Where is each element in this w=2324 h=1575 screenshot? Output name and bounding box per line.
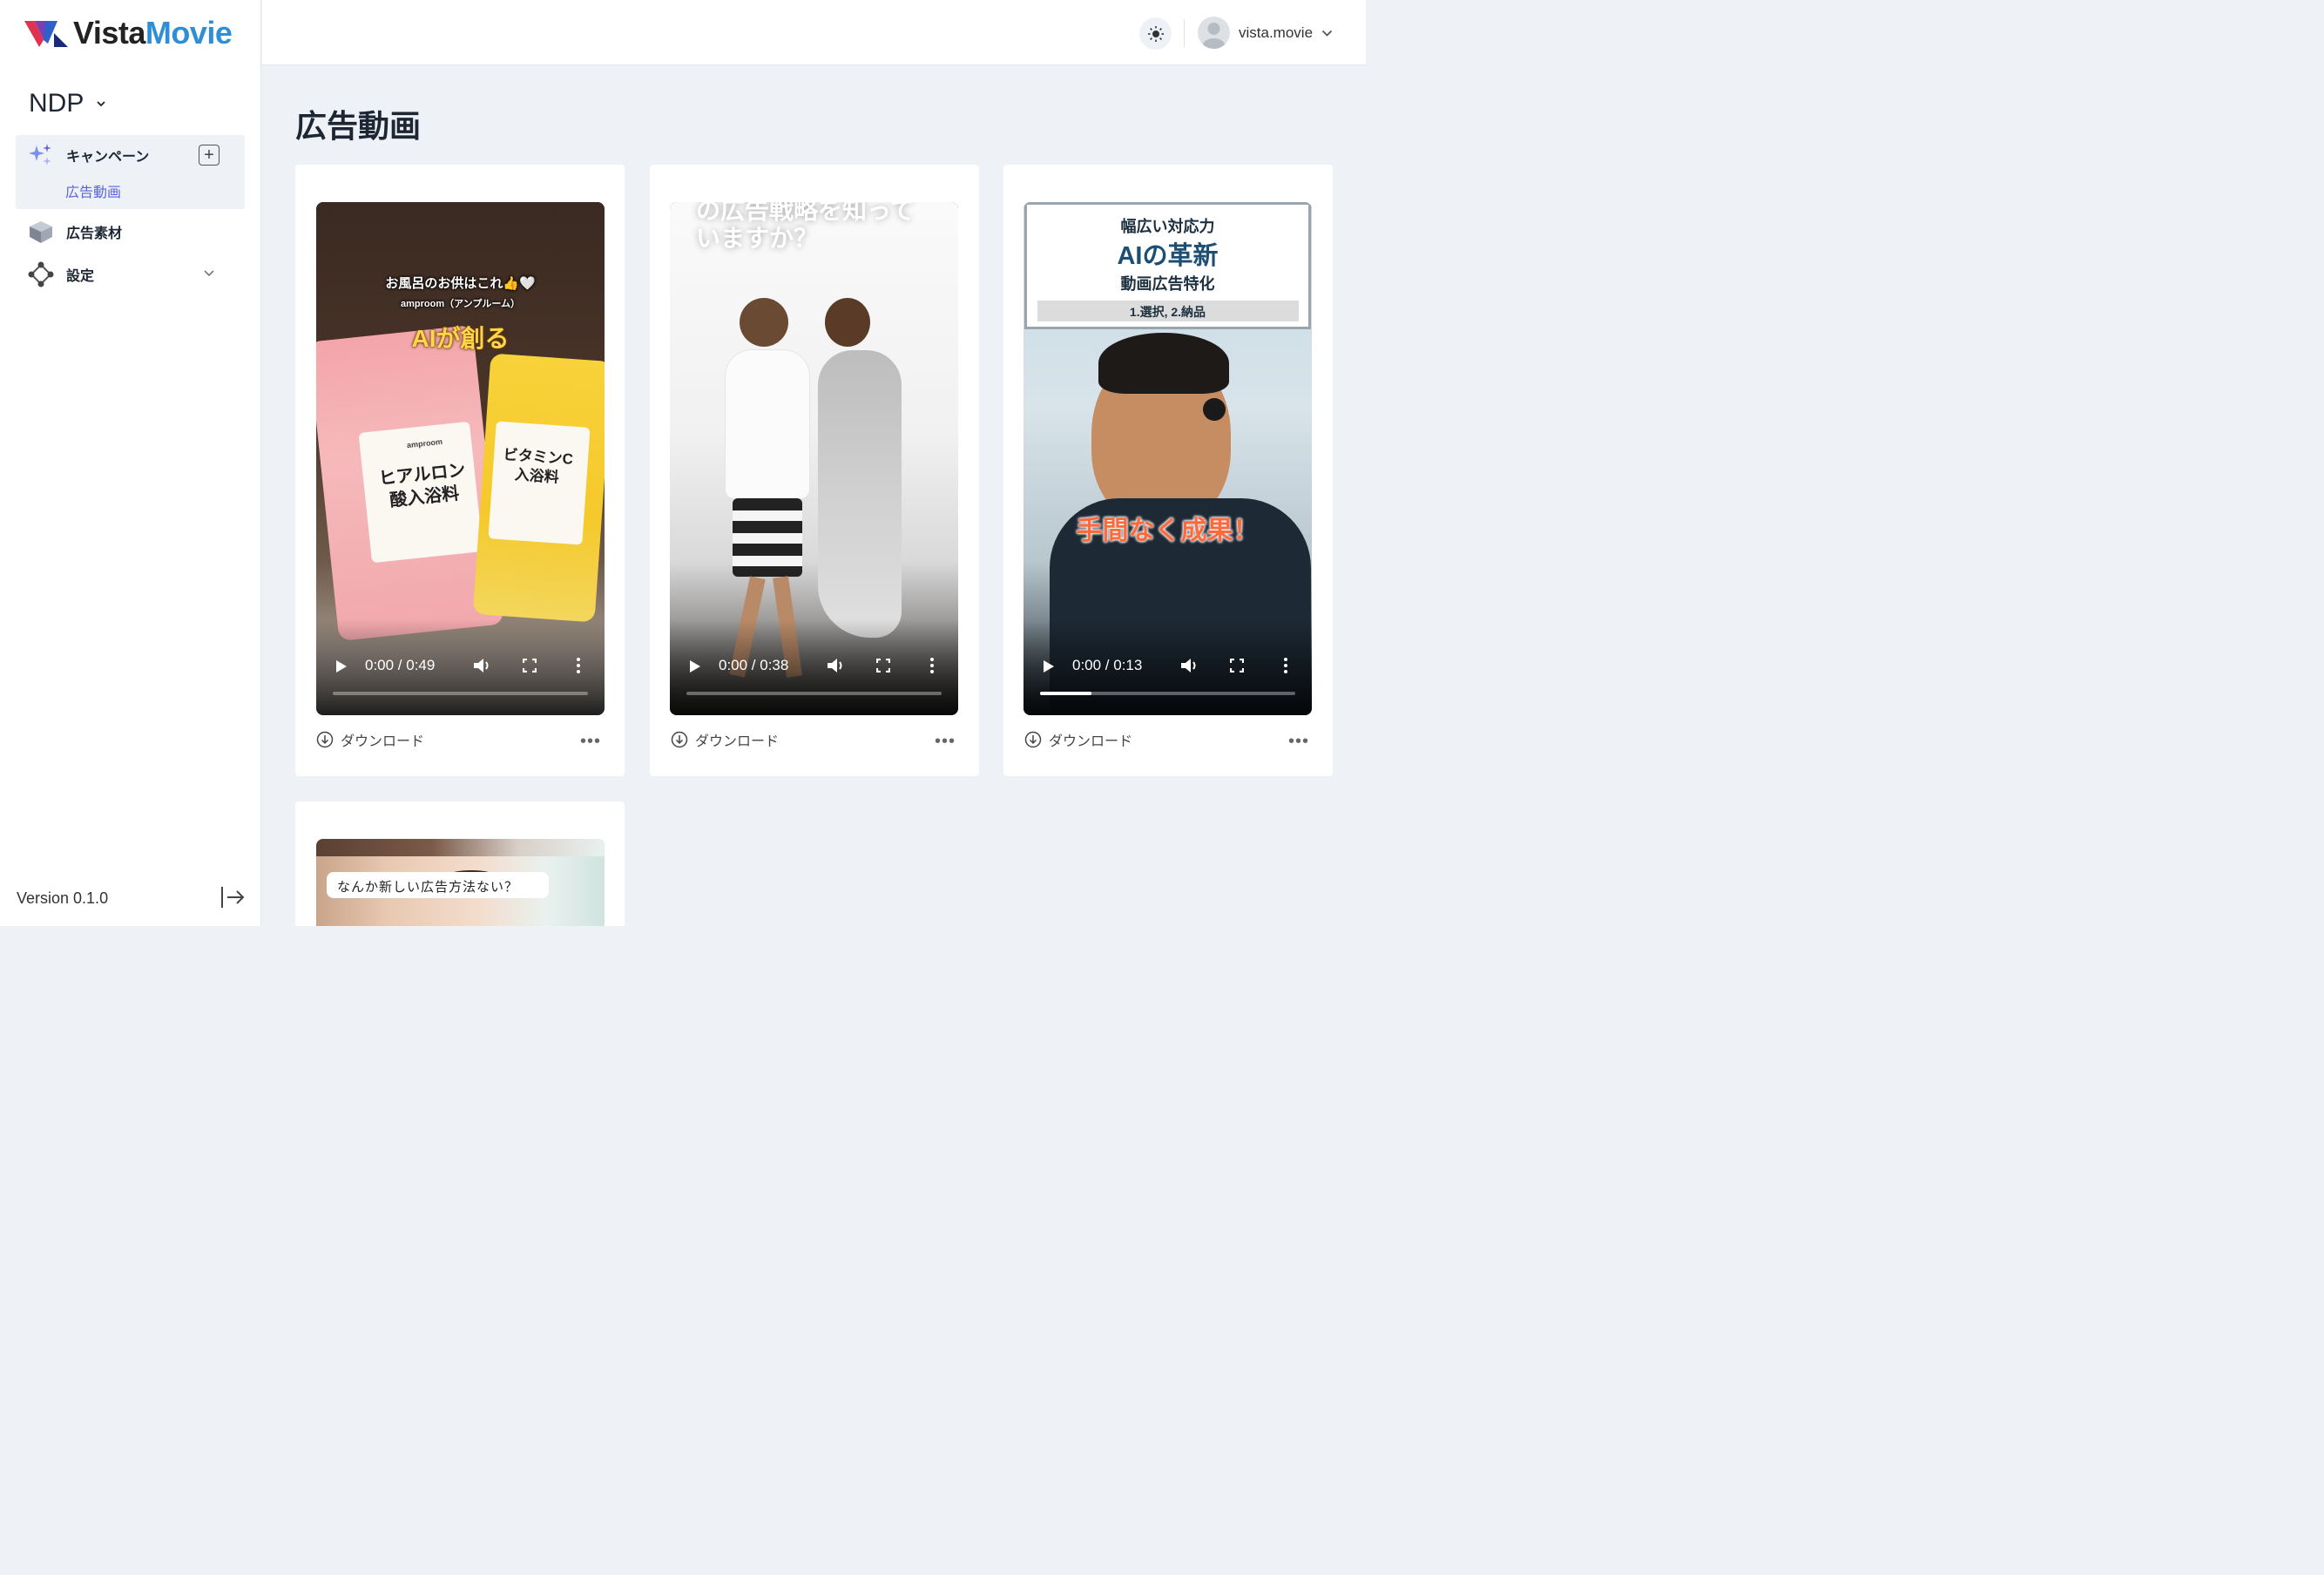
overlay-text: amproom（アンプルーム） (400, 299, 521, 309)
download-button[interactable]: ダウンロード (1024, 729, 1132, 750)
overlay-text: なんか新しい広告方法ない？ (337, 880, 519, 895)
video-controls: 0:00 / 0:49 (316, 656, 605, 677)
download-button[interactable]: ダウンロード (316, 729, 424, 750)
overlay-text: 手間なく成果！ (1076, 517, 1260, 545)
sidebar: VistaMovie NDP キャンペーン + 広告動画 広告素材 設定 Ver… (0, 0, 261, 926)
download-label: ダウンロード (1049, 734, 1133, 749)
sidebar-subitem-ad-videos[interactable]: 広告動画 (65, 180, 121, 201)
user-icon (1202, 23, 1226, 49)
chevron-down-icon[interactable] (204, 269, 214, 278)
volume-icon[interactable] (473, 657, 492, 674)
nodes-icon (28, 261, 54, 287)
more-options-icon[interactable]: ••• (935, 732, 956, 752)
more-vertical-icon[interactable] (1283, 657, 1288, 674)
app-logo[interactable]: VistaMovie (24, 15, 233, 51)
play-icon[interactable] (689, 659, 701, 673)
more-vertical-icon[interactable] (929, 657, 935, 674)
video-player[interactable]: の広告戦略を知って いますか？ 0:00 / 0:38 (670, 202, 958, 715)
more-options-icon[interactable]: ••• (580, 732, 601, 752)
sun-icon (1147, 25, 1164, 42)
app-version: Version 0.1.0 (17, 889, 109, 907)
download-icon (316, 731, 334, 748)
overlay-text: いますか？ (696, 225, 819, 252)
chevron-down-icon (97, 101, 105, 107)
cube-icon (28, 219, 54, 245)
sidebar-item-campaign[interactable]: キャンペーン (28, 142, 149, 168)
overlay-text: AIが創る (411, 325, 510, 352)
video-time: 0:00 / 0:38 (719, 657, 789, 673)
volume-icon[interactable] (827, 657, 846, 674)
chevron-down-icon[interactable] (1321, 30, 1333, 37)
sidebar-item-label: 設定 (66, 269, 95, 284)
video-time: 0:00 / 0:13 (1072, 657, 1143, 673)
video-frame: なんか新しい広告方法ない？ (316, 839, 605, 926)
video-time: 0:00 / 0:49 (365, 657, 436, 673)
fullscreen-icon[interactable] (523, 659, 537, 673)
sidebar-item-label: キャンペーン (66, 150, 150, 165)
download-button[interactable]: ダウンロード (671, 729, 779, 750)
video-player[interactable]: 幅広い対応力 AIの革新 動画広告特化 1.選択, 2.納品 手間なく成果！ 0… (1024, 202, 1312, 715)
play-icon[interactable] (335, 659, 348, 673)
video-player[interactable]: ヒアルロン酸入浴料 ビタミンC入浴料 amproom お風呂のお供はこれ👍🤍 a… (316, 202, 605, 715)
video-progress[interactable] (333, 692, 588, 695)
video-progress[interactable] (686, 692, 942, 695)
collapse-sidebar-icon[interactable] (220, 885, 246, 909)
overlay-text: お風呂のお供はこれ👍🤍 (385, 276, 536, 291)
page-title: 広告動画 (295, 108, 422, 144)
overlay-text: ビタミンC入浴料 (503, 446, 574, 486)
video-card: なんか新しい広告方法ない？ (295, 801, 625, 926)
video-controls: 0:00 / 0:13 (1024, 656, 1312, 677)
video-card: 幅広い対応力 AIの革新 動画広告特化 1.選択, 2.納品 手間なく成果！ 0… (1003, 165, 1333, 776)
video-progress[interactable] (1040, 692, 1295, 695)
download-label: ダウンロード (695, 734, 780, 749)
logo-mark-icon (24, 21, 68, 47)
username[interactable]: vista.movie (1239, 24, 1313, 42)
sparkles-icon (28, 142, 54, 168)
logo-movie: Movie (145, 15, 233, 51)
more-vertical-icon[interactable] (576, 657, 581, 674)
download-icon (671, 731, 688, 748)
fullscreen-icon[interactable] (1230, 659, 1244, 673)
sidebar-item-settings[interactable]: 設定 (28, 261, 94, 287)
avatar[interactable] (1198, 17, 1230, 49)
plus-icon: + (204, 145, 214, 165)
overlay-text: 動画広告特化 (1120, 275, 1215, 293)
sidebar-item-label: 広告素材 (66, 226, 123, 241)
more-options-icon[interactable]: ••• (1288, 732, 1309, 752)
fullscreen-icon[interactable] (876, 659, 890, 673)
org-switcher[interactable]: NDP (29, 89, 106, 118)
overlay-text: 1.選択, 2.納品 (1129, 305, 1206, 319)
org-name: NDP (29, 89, 84, 118)
logo-vista: Vista (73, 15, 145, 51)
video-controls: 0:00 / 0:38 (670, 656, 958, 677)
overlay-text: 幅広い対応力 (1120, 218, 1215, 235)
download-icon (1024, 731, 1042, 748)
video-player[interactable]: なんか新しい広告方法ない？ (316, 839, 605, 926)
play-icon[interactable] (1043, 659, 1055, 673)
header-divider (1184, 19, 1185, 47)
download-label: ダウンロード (341, 734, 425, 749)
theme-toggle-button[interactable] (1139, 17, 1172, 50)
overlay-text: AIの革新 (1117, 242, 1219, 270)
sidebar-item-materials[interactable]: 広告素材 (28, 219, 122, 245)
volume-icon[interactable] (1180, 657, 1199, 674)
video-card: ヒアルロン酸入浴料 ビタミンC入浴料 amproom お風呂のお供はこれ👍🤍 a… (295, 165, 625, 776)
video-card: の広告戦略を知って いますか？ 0:00 / 0:38 ダウンロード ••• (650, 165, 979, 776)
add-campaign-button[interactable]: + (199, 145, 220, 166)
